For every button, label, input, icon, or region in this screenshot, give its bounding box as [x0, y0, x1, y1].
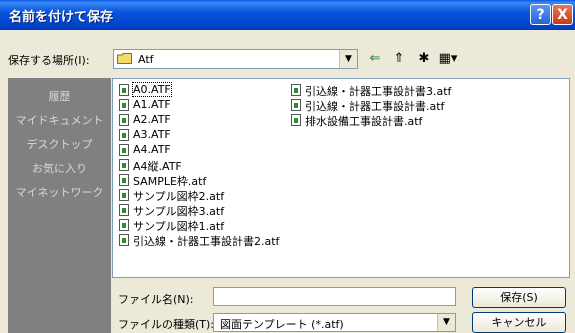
- file-icon: [119, 219, 129, 231]
- file-icon: [119, 174, 129, 186]
- view-menu-icon[interactable]: ▦▾: [437, 49, 459, 69]
- place-history[interactable]: 履歴: [8, 88, 111, 104]
- new-folder-icon[interactable]: ✱: [413, 49, 435, 69]
- file-name-input[interactable]: [213, 287, 456, 306]
- cancel-button[interactable]: キャンセル: [472, 312, 566, 333]
- file-type-value: 図面テンプレート (*.atf): [220, 318, 344, 331]
- save-location-label: 保存する場所(I):: [8, 54, 90, 67]
- file-icon: [291, 114, 301, 126]
- save-button[interactable]: 保存(S): [472, 287, 566, 308]
- file-icon: [119, 114, 129, 126]
- file-icon: [119, 234, 129, 246]
- file-list[interactable]: A0.ATF A1.ATF A2.ATF A3.ATF A4.ATF A4縦.A…: [112, 78, 570, 278]
- file-type-label: ファイルの種類(T):: [118, 318, 215, 331]
- save-location-dropdown[interactable]: Atf ▼: [113, 49, 358, 69]
- file-icon: [119, 204, 129, 216]
- help-button[interactable]: ?: [530, 4, 551, 25]
- chevron-down-icon[interactable]: ▼: [339, 50, 357, 68]
- file-icon: [291, 99, 301, 111]
- file-icon: [119, 189, 129, 201]
- window-title: 名前を付けて保存: [9, 10, 114, 25]
- file-icon: [119, 129, 129, 141]
- close-button[interactable]: X: [552, 4, 573, 25]
- up-folder-icon[interactable]: ⇑: [388, 49, 410, 69]
- file-icon: [119, 159, 129, 171]
- file-icon: [291, 84, 301, 96]
- place-favorites[interactable]: お気に入り: [8, 160, 111, 176]
- save-as-dialog: 名前を付けて保存 ? X 保存する場所(I): Atf ▼ ⇐ ⇑ ✱ ▦▾ 履…: [0, 0, 575, 333]
- place-my-documents[interactable]: マイドキュメント: [8, 112, 111, 128]
- chevron-down-icon[interactable]: ▼: [437, 314, 455, 331]
- places-bar: 履歴 マイドキュメント デスクトップ お気に入り マイネットワーク: [8, 78, 111, 333]
- file-icon: [119, 144, 129, 156]
- folder-icon: [117, 53, 132, 64]
- file-icon: [119, 84, 129, 96]
- file-type-dropdown[interactable]: 図面テンプレート (*.atf) ▼: [213, 313, 456, 332]
- file-icon: [119, 99, 129, 111]
- place-desktop[interactable]: デスクトップ: [8, 136, 111, 152]
- place-my-network[interactable]: マイネットワーク: [8, 184, 111, 200]
- title-bar[interactable]: 名前を付けて保存 ? X: [0, 0, 575, 30]
- file-name-label: ファイル名(N):: [118, 293, 194, 306]
- back-icon[interactable]: ⇐: [364, 49, 386, 69]
- save-location-value: Atf: [138, 53, 154, 66]
